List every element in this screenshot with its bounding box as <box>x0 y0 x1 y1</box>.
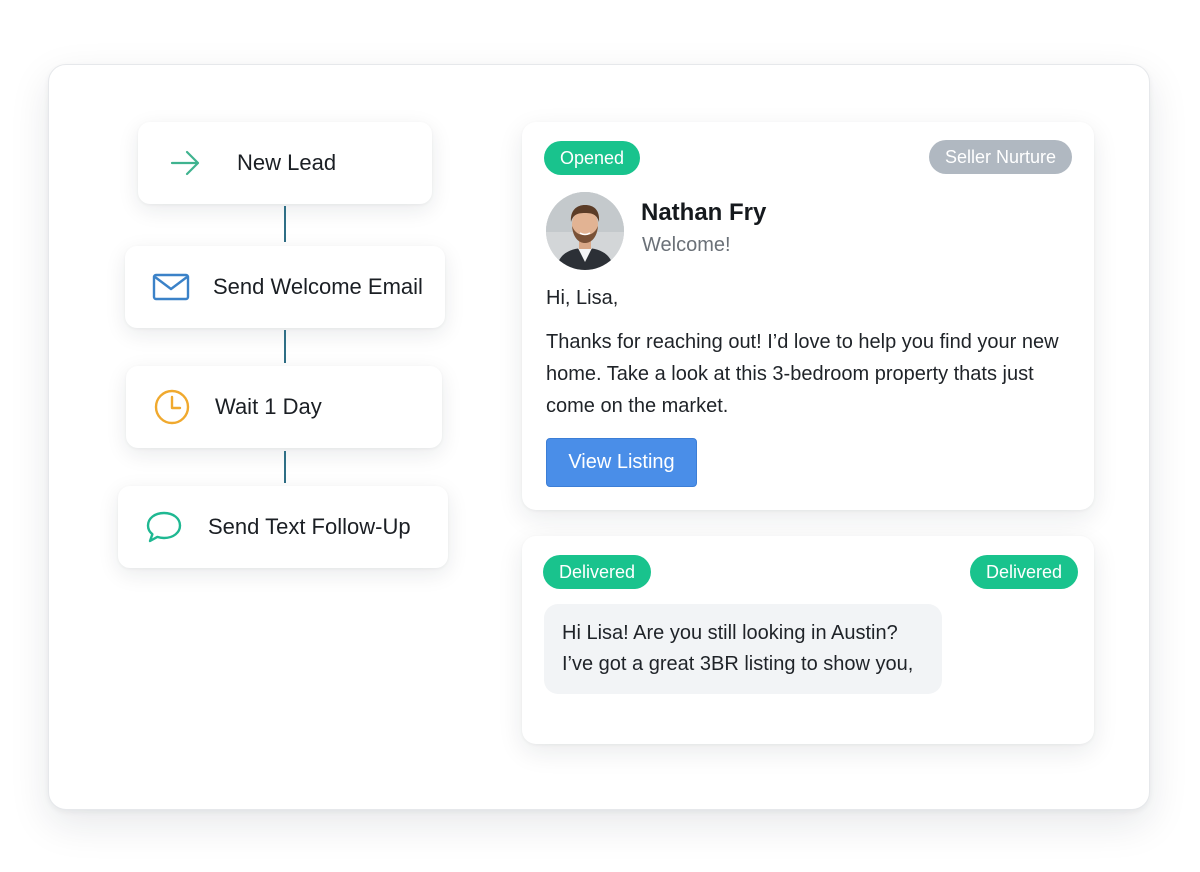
message-line: Hi Lisa! Are you still looking in Austin… <box>562 622 898 644</box>
email-body: Thanks for reaching out! I’d love to hel… <box>546 331 1059 417</box>
sms-preview-card: Delivered Delivered Hi Lisa! Are you sti… <box>522 536 1094 744</box>
step-connector <box>284 206 286 242</box>
arrow-right-icon <box>166 143 206 183</box>
chat-bubble-icon <box>144 507 184 547</box>
campaign-badge: Seller Nurture <box>928 140 1072 174</box>
status-badge-delivered: Delivered <box>969 555 1078 589</box>
avatar <box>546 192 624 270</box>
sender-name: Nathan Fry <box>641 199 767 226</box>
step-connector <box>284 451 286 483</box>
step-label: Wait 1 Day <box>215 394 322 419</box>
step-send-welcome-email[interactable]: Send Welcome Email <box>125 246 445 328</box>
email-preview-card: Opened Seller Nurture Nathan Fry Welcome… <box>522 122 1094 510</box>
envelope-icon <box>151 267 191 307</box>
step-label: Send Text Follow-Up <box>208 514 411 539</box>
email-greeting: Hi, Lisa, <box>546 287 619 309</box>
step-wait-1-day[interactable]: Wait 1 Day <box>126 366 442 448</box>
status-badge-opened: Opened <box>544 141 641 175</box>
step-connector <box>284 330 286 363</box>
step-send-text-follow-up[interactable]: Send Text Follow-Up <box>118 486 448 568</box>
step-label: New Lead <box>237 150 337 175</box>
text-message-bubble: Hi Lisa! Are you still looking in Austin… <box>544 604 942 694</box>
clock-icon <box>152 387 192 427</box>
stage: New Lead Send Welcome Email Wait 1 Day S… <box>0 0 1200 872</box>
step-label: Send Welcome Email <box>213 274 423 299</box>
email-subject: Welcome! <box>642 234 731 256</box>
step-new-lead[interactable]: New Lead <box>138 122 432 204</box>
status-badge-delivered: Delivered <box>543 555 652 589</box>
view-listing-button[interactable]: View Listing <box>546 438 697 487</box>
message-line: I’ve got a great 3BR listing to show you… <box>562 653 914 675</box>
